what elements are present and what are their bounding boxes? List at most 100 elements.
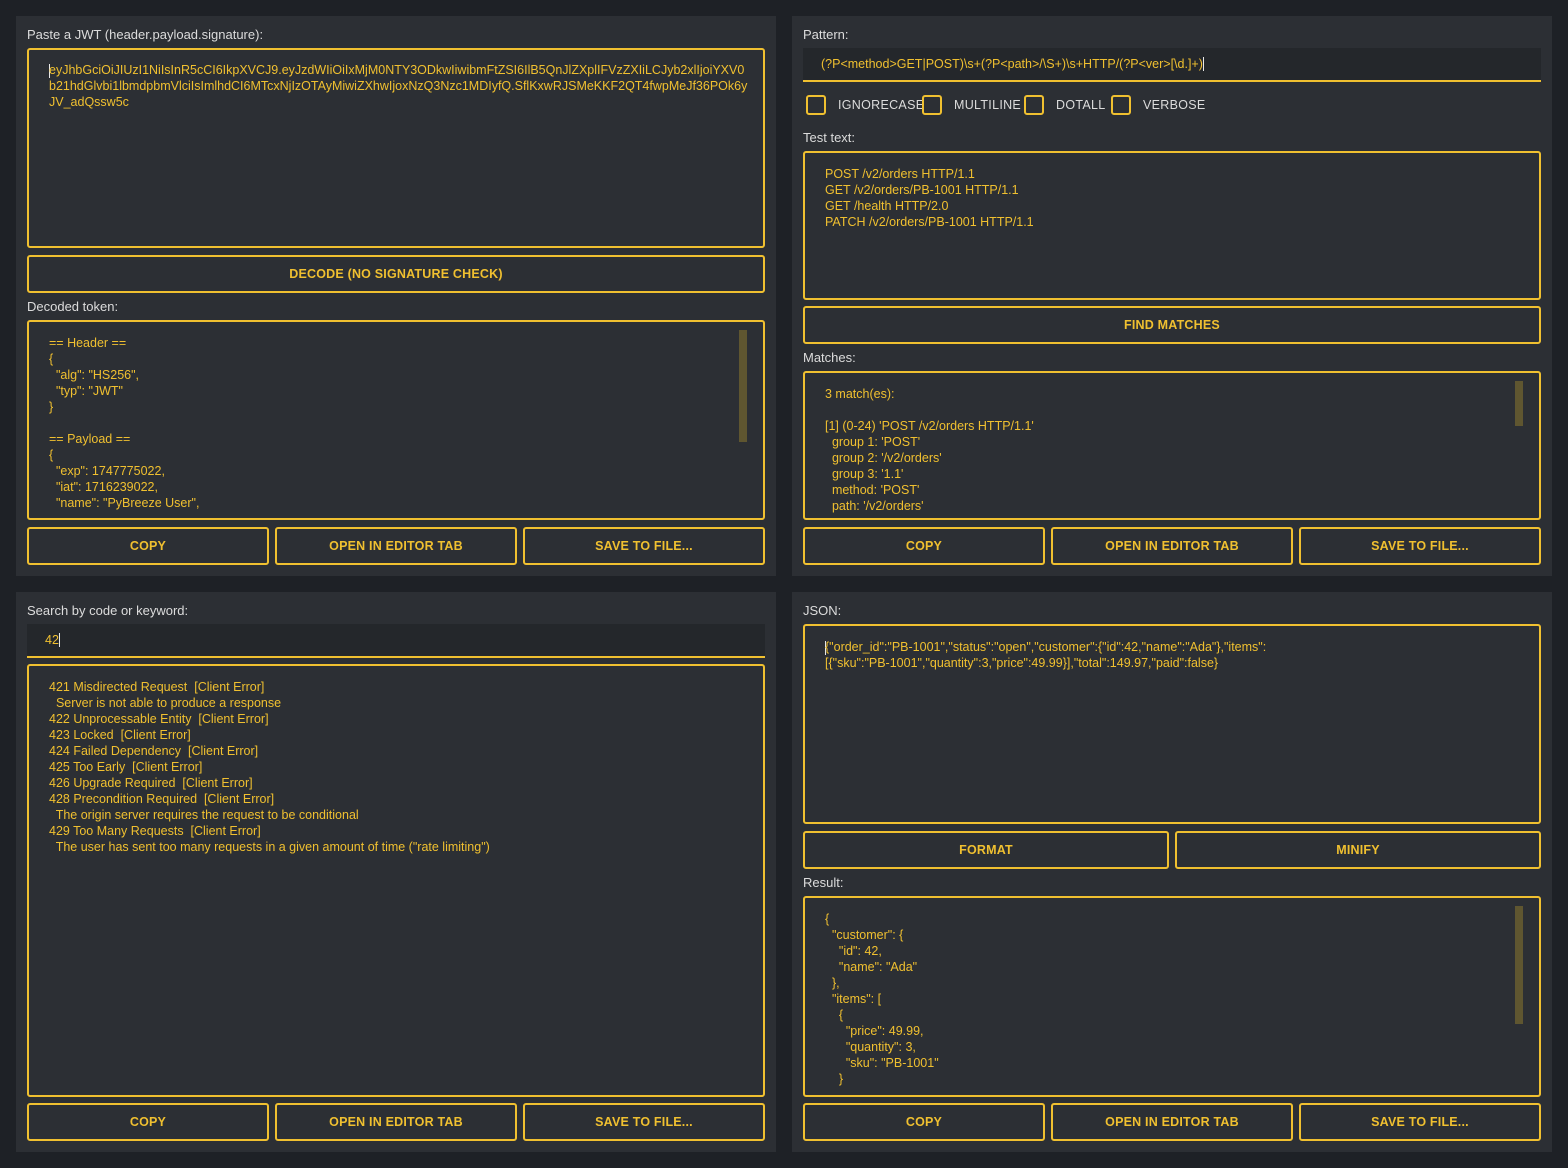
text-line: "name": "Ada" — [825, 960, 918, 974]
multiline-checkbox[interactable]: MULTILINE — [922, 95, 1021, 115]
scrollbar-thumb[interactable] — [1515, 906, 1523, 1024]
text-line: "iat": 1716239022, — [49, 480, 158, 494]
checkbox-box — [1024, 95, 1044, 115]
text-line: 428 Precondition Required [Client Error] — [49, 792, 275, 806]
text-line: group 3: '1.1' — [825, 467, 904, 481]
text-line — [825, 402, 1034, 418]
text-line: "items": [ — [825, 992, 882, 1006]
text-line: { — [49, 352, 54, 366]
ignorecase-checkbox[interactable]: IGNORECASE — [806, 95, 924, 115]
scrollbar-thumb[interactable] — [1515, 381, 1523, 426]
checkbox-box — [806, 95, 826, 115]
text-line: GET /v2/orders/PB-1001 HTTP/1.1 — [825, 183, 1019, 197]
status-results-text: 421 Misdirected Request [Client Error] S… — [49, 679, 490, 855]
minify-button[interactable]: MINIFY — [1175, 831, 1541, 869]
test-text-label: Test text: — [803, 130, 856, 145]
jwt-output-text: == Header == { "alg": "HS256", "typ": "JW… — [49, 335, 199, 511]
text-line: PATCH /v2/orders/PB-1001 HTTP/1.1 — [825, 215, 1034, 229]
matches-output[interactable]: 3 match(es): [1] (0-24) 'POST /v2/orders … — [803, 371, 1541, 520]
text-line: "sku": "PB-1001" — [825, 1056, 939, 1070]
text-line: { — [49, 448, 54, 462]
text-line: GET /health HTTP/2.0 — [825, 199, 949, 213]
text-line: path: '/v2/orders' — [825, 499, 924, 513]
checkbox-box — [922, 95, 942, 115]
checkbox-label: MULTILINE — [954, 98, 1022, 112]
format-button[interactable]: FORMAT — [803, 831, 1169, 869]
text-line: "typ": "JWT" — [49, 384, 123, 398]
text-line: }, — [825, 976, 840, 990]
search-text: 42 — [45, 633, 59, 647]
jwt-input[interactable]: eyJhbGciOiJIUzI1NiIsInR5cCI6IkpXVCJ9.eyJ… — [27, 48, 765, 248]
scrollbar-thumb[interactable] — [739, 330, 747, 442]
text-line: POST /v2/orders HTTP/1.1 — [825, 167, 975, 181]
text-line: { — [825, 1008, 844, 1022]
test-text-input[interactable]: POST /v2/orders HTTP/1.1 GET /v2/orders/P… — [803, 151, 1541, 300]
jwt-input-label: Paste a JWT (header.payload.signature): — [27, 27, 264, 42]
text-line: The origin server requires the request t… — [49, 808, 359, 822]
text-line — [49, 415, 199, 431]
result-label: Result: — [803, 875, 844, 890]
pattern-text: (?P<method>GET|POST)\s+(?P<path>/\S+)\s+… — [821, 57, 1203, 71]
regex-save-to-file-button[interactable]: SAVE TO FILE... — [1299, 527, 1541, 565]
text-line: "alg": "HS256", — [49, 368, 140, 382]
regex-copy-button[interactable]: COPY — [803, 527, 1045, 565]
text-line: "customer": { — [825, 928, 904, 942]
text-line: group 1: 'POST' — [825, 435, 921, 449]
text-caret — [58, 633, 60, 647]
checkbox-label: DOTALL — [1056, 98, 1106, 112]
text-line: "price": 49.99, — [825, 1024, 924, 1038]
jwt-copy-button[interactable]: COPY — [27, 527, 269, 565]
text-caret — [1202, 57, 1204, 71]
regex-open-editor-tab-button[interactable]: OPEN IN EDITOR TAB — [1051, 527, 1293, 565]
json-copy-button[interactable]: COPY — [803, 1103, 1045, 1141]
text-line: [1] (0-24) 'POST /v2/orders HTTP/1.1' — [825, 419, 1034, 433]
status-results[interactable]: 421 Misdirected Request [Client Error] S… — [27, 664, 765, 1097]
text-line: } — [49, 400, 54, 414]
text-line: { — [825, 912, 830, 926]
text-line: 424 Failed Dependency [Client Error] — [49, 744, 259, 758]
json-result-text: { "customer": { "id": 42, "name": "Ada" … — [825, 911, 939, 1087]
text-line: 422 Unprocessable Entity [Client Error] — [49, 712, 269, 726]
text-line: 425 Too Early [Client Error] — [49, 760, 203, 774]
text-line: Server is not able to produce a response — [49, 696, 282, 710]
jwt-open-editor-tab-button[interactable]: OPEN IN EDITOR TAB — [275, 527, 517, 565]
text-line: group 2: '/v2/orders' — [825, 451, 942, 465]
json-save-to-file-button[interactable]: SAVE TO FILE... — [1299, 1103, 1541, 1141]
dotall-checkbox[interactable]: DOTALL — [1024, 95, 1106, 115]
text-line: 429 Too Many Requests [Client Error] — [49, 824, 261, 838]
search-label: Search by code or keyword: — [27, 603, 189, 618]
checkbox-label: IGNORECASE — [838, 98, 925, 112]
http-copy-button[interactable]: COPY — [27, 1103, 269, 1141]
http-save-to-file-button[interactable]: SAVE TO FILE... — [523, 1103, 765, 1141]
text-line: 423 Locked [Client Error] — [49, 728, 191, 742]
text-line: "name": "PyBreeze User", — [49, 496, 200, 510]
text-line: The user has sent too many requests in a… — [49, 840, 490, 854]
find-matches-button[interactable]: FIND MATCHES — [803, 306, 1541, 344]
search-input[interactable]: 42 — [27, 624, 765, 658]
checkbox-label: VERBOSE — [1143, 98, 1206, 112]
jwt-save-to-file-button[interactable]: SAVE TO FILE... — [523, 527, 765, 565]
jwt-output-label: Decoded token: — [27, 299, 119, 314]
text-line: 426 Upgrade Required [Client Error] — [49, 776, 253, 790]
text-line: == Header == — [49, 336, 127, 350]
jwt-token-text: eyJhbGciOiJIUzI1NiIsInR5cCI6IkpXVCJ9.eyJ… — [49, 63, 748, 109]
text-line: } — [825, 1072, 844, 1086]
matches-text: 3 match(es): [1] (0-24) 'POST /v2/orders … — [825, 386, 1034, 514]
text-line: == Payload == — [49, 432, 131, 446]
json-open-editor-tab-button[interactable]: OPEN IN EDITOR TAB — [1051, 1103, 1293, 1141]
text-line: method: 'POST' — [825, 483, 920, 497]
test-text-content: POST /v2/orders HTTP/1.1 GET /v2/orders/P… — [825, 166, 1034, 230]
text-line: "id": 42, — [825, 944, 882, 958]
text-line: 3 match(es): — [825, 387, 895, 401]
checkbox-box — [1111, 95, 1131, 115]
json-input-label: JSON: — [803, 603, 842, 618]
decode-button[interactable]: DECODE (NO SIGNATURE CHECK) — [27, 255, 765, 293]
json-result[interactable]: { "customer": { "id": 42, "name": "Ada" … — [803, 896, 1541, 1097]
pattern-input[interactable]: (?P<method>GET|POST)\s+(?P<path>/\S+)\s+… — [803, 48, 1541, 82]
verbose-checkbox[interactable]: VERBOSE — [1111, 95, 1206, 115]
matches-label: Matches: — [803, 350, 856, 365]
text-line: 421 Misdirected Request [Client Error] — [49, 680, 265, 694]
jwt-output[interactable]: == Header == { "alg": "HS256", "typ": "JW… — [27, 320, 765, 520]
json-input[interactable]: {"order_id":"PB-1001","status":"open","c… — [803, 624, 1541, 824]
http-open-editor-tab-button[interactable]: OPEN IN EDITOR TAB — [275, 1103, 517, 1141]
